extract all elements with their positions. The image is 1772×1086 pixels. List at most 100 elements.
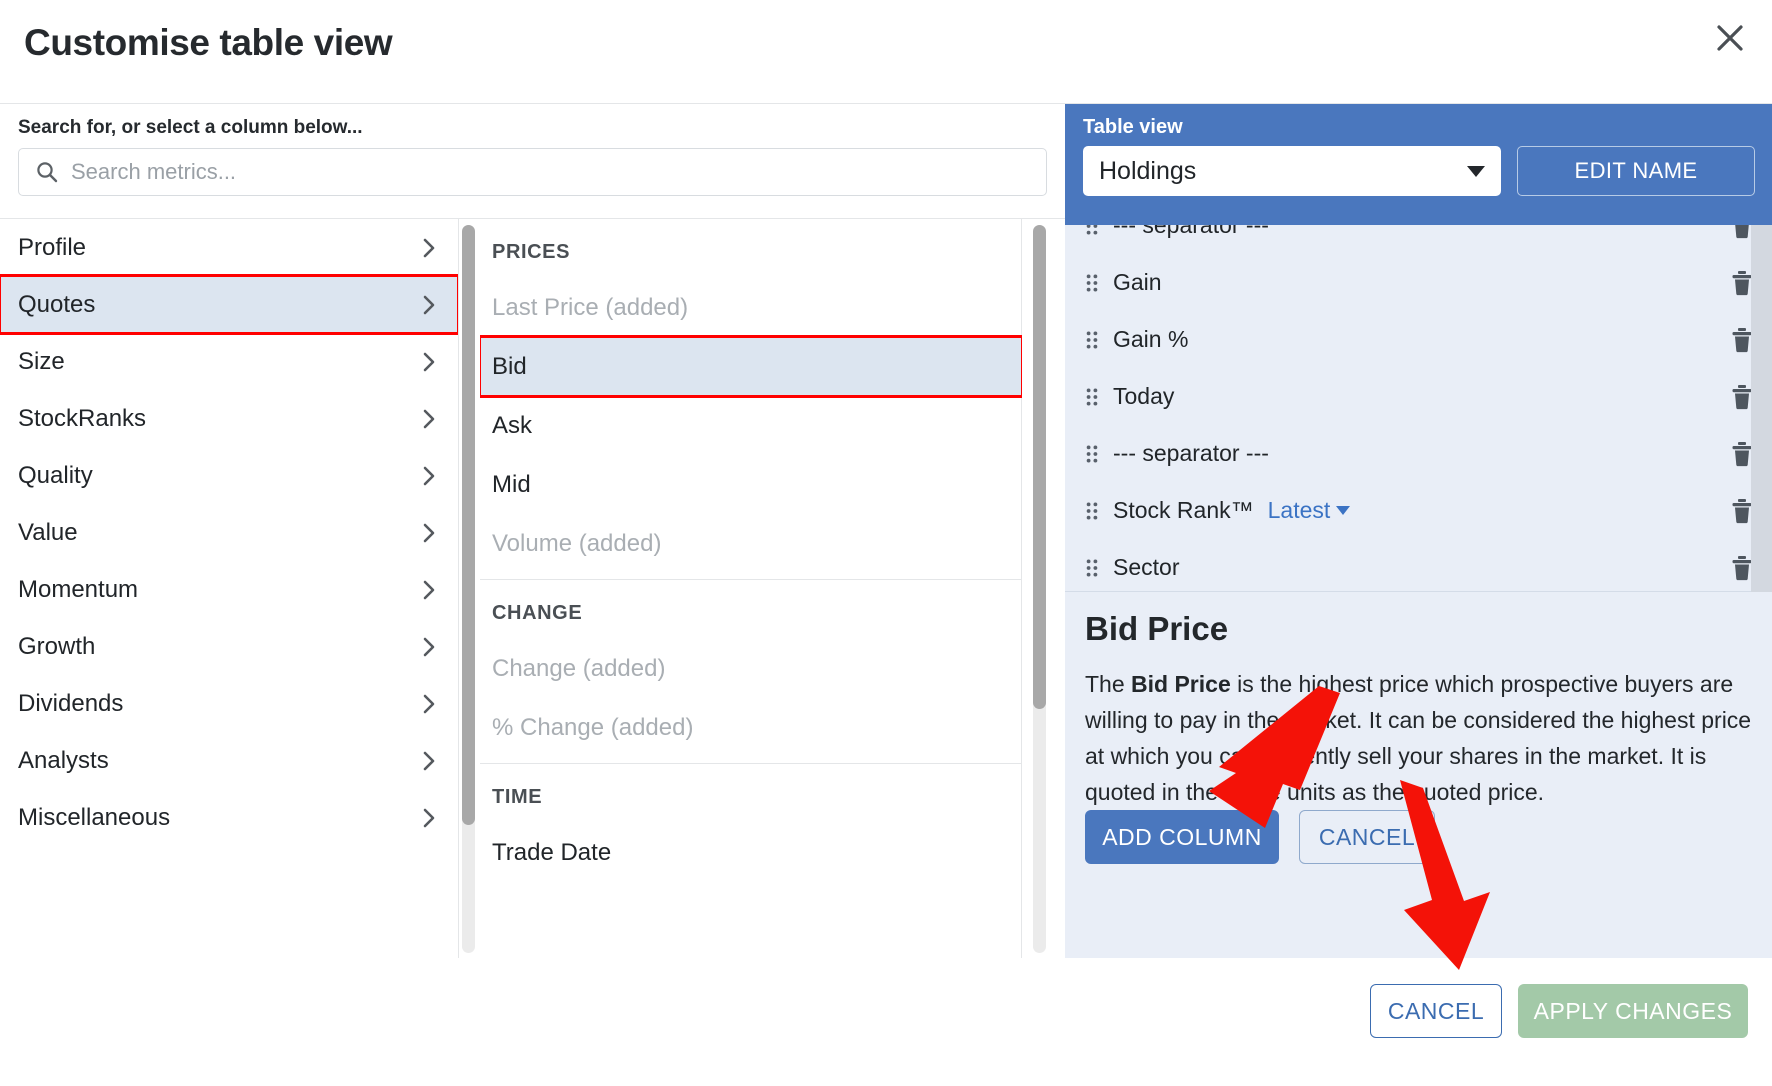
table-view-label: Table view [1083, 116, 1183, 138]
description-actions: ADD COLUMN CANCEL [1085, 810, 1435, 864]
chevron-down-icon [1467, 165, 1485, 177]
selected-column-row[interactable]: Today [1065, 368, 1772, 425]
metric-item-ask[interactable]: Ask [480, 396, 1022, 455]
table-view-select[interactable]: Holdings [1083, 146, 1501, 196]
drag-handle-icon[interactable] [1079, 501, 1105, 521]
category-scrollbar-thumb[interactable] [462, 225, 475, 825]
category-item-label: StockRanks [18, 404, 147, 432]
description-title: Bid Price [1085, 610, 1229, 647]
category-item-label: Size [18, 347, 65, 375]
category-item-stockranks[interactable]: StockRanks [0, 390, 458, 447]
category-list[interactable]: Profile Quotes Size StockRanks Quality Value M… [0, 219, 458, 959]
period-selector[interactable]: Latest [1268, 497, 1351, 524]
drag-handle-icon[interactable] [1079, 273, 1105, 293]
selected-column-row[interactable]: Sector [1065, 539, 1772, 591]
metric-scrollbar-thumb[interactable] [1033, 225, 1046, 709]
chevron-right-icon [418, 636, 440, 658]
category-item-label: Quotes [18, 290, 96, 318]
search-label: Search for, or select a column below... [18, 117, 363, 138]
selected-column-name: Gain % [1105, 326, 1730, 353]
page-title: Customise table view [24, 22, 393, 63]
selected-column-name: Sector [1105, 554, 1730, 581]
selected-column-label: --- separator --- [1113, 225, 1269, 238]
metric-list[interactable]: PRICES Last Price (added) Bid Ask Mid Volume … [480, 219, 1022, 959]
category-item-analysts[interactable]: Analysts [0, 732, 458, 789]
chevron-right-icon [418, 750, 440, 772]
table-view-panel: --- separator --- Gain Gain % Today --- sepa… [1065, 104, 1772, 958]
category-item-label: Profile [18, 233, 87, 261]
category-item-growth[interactable]: Growth [0, 618, 458, 675]
selected-column-name: Stock Rank™ Latest [1105, 497, 1730, 524]
drag-handle-icon[interactable] [1079, 387, 1105, 407]
metric-description-panel: Bid Price The Bid Price is the highest p… [1065, 592, 1772, 958]
selected-column-row[interactable]: Gain % [1065, 311, 1772, 368]
selected-column-name: --- separator --- [1105, 440, 1730, 467]
search-box[interactable] [18, 148, 1047, 196]
category-item-label: Quality [18, 461, 93, 489]
selected-column-name: --- separator --- [1105, 225, 1730, 239]
metric-group-heading: CHANGE [492, 602, 583, 624]
chevron-down-icon [1336, 506, 1351, 515]
selected-column-row[interactable]: --- separator --- [1065, 425, 1772, 482]
category-item-quotes[interactable]: Quotes [0, 274, 458, 335]
metric-item-volume-added: Volume (added) [480, 514, 1022, 573]
close-icon[interactable] [1706, 14, 1754, 62]
selected-column-row[interactable]: Stock Rank™ Latest [1065, 482, 1772, 539]
period-label: Latest [1267, 497, 1331, 523]
selected-column-label: Sector [1113, 554, 1180, 580]
selected-column-row[interactable]: Gain [1065, 254, 1772, 311]
description-cancel-button[interactable]: CANCEL [1299, 810, 1435, 864]
category-item-dividends[interactable]: Dividends [0, 675, 458, 732]
customise-table-view-dialog: Customise table view Search for, or sele… [0, 0, 1772, 1086]
metric-item-bid[interactable]: Bid [480, 335, 1022, 398]
selected-column-label: Gain % [1113, 326, 1189, 352]
category-item-label: Dividends [18, 689, 124, 717]
metric-group-heading: PRICES [492, 241, 571, 263]
drag-handle-icon[interactable] [1079, 225, 1105, 236]
chevron-right-icon [418, 579, 440, 601]
search-zone: Search for, or select a column below... [0, 104, 1065, 218]
selected-column-label: Stock Rank™ [1113, 497, 1254, 523]
selected-column-label: Gain [1113, 269, 1162, 295]
chevron-right-icon [418, 693, 440, 715]
category-item-label: Analysts [18, 746, 109, 774]
category-item-label: Miscellaneous [18, 803, 171, 831]
drag-handle-icon[interactable] [1079, 444, 1105, 464]
chevron-right-icon [418, 237, 440, 259]
edit-name-button[interactable]: EDIT NAME [1517, 146, 1755, 196]
metric-item-change-added: Change (added) [480, 639, 1022, 698]
category-item-label: Value [18, 518, 78, 546]
chevron-right-icon [418, 807, 440, 829]
category-item-miscellaneous[interactable]: Miscellaneous [0, 789, 458, 846]
category-item-momentum[interactable]: Momentum [0, 561, 458, 618]
chevron-right-icon [418, 294, 440, 316]
selected-column-row[interactable]: --- separator --- [1065, 225, 1772, 254]
description-lead: The [1085, 671, 1132, 697]
cancel-button[interactable]: CANCEL [1370, 984, 1502, 1038]
columns-region: Profile Quotes Size StockRanks Quality Value M… [0, 218, 1065, 959]
table-view-selected-value: Holdings [1099, 156, 1197, 185]
description-body: The Bid Price is the highest price which… [1085, 666, 1753, 810]
drag-handle-icon[interactable] [1079, 558, 1105, 578]
metric-column-divider [1021, 219, 1022, 959]
metric-item-mid[interactable]: Mid [480, 455, 1022, 514]
metric-item-trade-date[interactable]: Trade Date [480, 823, 1022, 882]
description-term: Bid Price [1131, 671, 1231, 697]
search-input[interactable] [71, 159, 1046, 185]
dialog-footer: CANCEL APPLY CHANGES [0, 958, 1772, 1086]
category-item-quality[interactable]: Quality [0, 447, 458, 504]
category-item-profile[interactable]: Profile [0, 219, 458, 276]
metric-item-last-price-added: Last Price (added) [480, 278, 1022, 337]
selected-column-name: Gain [1105, 269, 1730, 296]
chevron-right-icon [418, 465, 440, 487]
drag-handle-icon[interactable] [1079, 330, 1105, 350]
selected-column-name: Today [1105, 383, 1730, 410]
category-item-size[interactable]: Size [0, 333, 458, 390]
selected-columns-list[interactable]: --- separator --- Gain Gain % Today --- sepa… [1065, 225, 1772, 591]
add-column-button[interactable]: ADD COLUMN [1085, 810, 1279, 864]
selected-column-label: Today [1113, 383, 1175, 409]
search-icon [35, 160, 59, 184]
category-item-value[interactable]: Value [0, 504, 458, 561]
category-item-label: Momentum [18, 575, 139, 603]
apply-changes-button[interactable]: APPLY CHANGES [1518, 984, 1748, 1038]
